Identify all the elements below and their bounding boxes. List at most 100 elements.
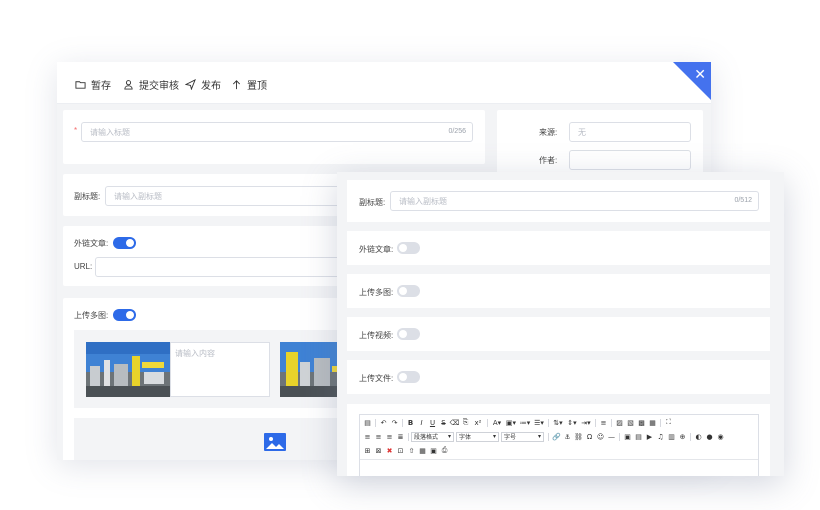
merge-cells-icon[interactable]: ✖	[384, 445, 395, 456]
title-placeholder: 请输入标题	[90, 127, 130, 137]
close-icon[interactable]: ✕	[694, 67, 706, 81]
delete-table-icon[interactable]: ⊠	[373, 445, 384, 456]
pin-top-button[interactable]: 置顶	[231, 76, 267, 92]
multi-image-toggle[interactable]	[397, 285, 420, 297]
print-icon[interactable]: ⎙	[439, 445, 450, 456]
emoji-icon[interactable]: ☺	[595, 431, 606, 442]
align-left-icon[interactable]: ≡	[362, 431, 373, 442]
insert-column-icon[interactable]: ▦	[417, 445, 428, 456]
font-size-value: 字号	[504, 435, 517, 441]
separator	[548, 418, 549, 427]
strikethrough-icon[interactable]: S	[438, 417, 449, 428]
align-right-icon[interactable]: ≡	[384, 431, 395, 442]
bold-icon[interactable]: B	[405, 417, 416, 428]
external-link-toggle[interactable]	[397, 242, 420, 254]
subtitle-placeholder: 请输入副标题	[114, 191, 162, 201]
submit-review-label: 提交审核	[139, 80, 179, 92]
preview-icon[interactable]: ▣	[428, 445, 439, 456]
upload-file-toggle[interactable]	[397, 371, 420, 383]
pin-top-label: 置顶	[247, 80, 267, 92]
paragraph-format-value: 段落格式	[414, 435, 439, 441]
chevron-down-icon: ▾	[537, 434, 541, 440]
italic-icon[interactable]: I	[416, 417, 427, 428]
map-icon[interactable]: ⊕	[677, 431, 688, 442]
ordered-list-icon[interactable]: ≔▾	[518, 417, 532, 428]
source-placeholder: 无	[578, 127, 586, 137]
toggle-knob	[399, 373, 407, 381]
image-caption-input[interactable]: 请输入内容	[170, 342, 270, 397]
align-center-icon[interactable]: ≡	[373, 431, 384, 442]
image-none-icon[interactable]: ▦	[647, 417, 658, 428]
subtitle-label: 副标题:	[74, 192, 101, 201]
draft-button[interactable]: 暂存	[75, 76, 111, 92]
subtitle-label: 副标题:	[359, 198, 386, 207]
split-cells-icon[interactable]: ⊡	[395, 445, 406, 456]
separator	[402, 418, 403, 427]
indent-icon[interactable]: ⇥▾	[579, 417, 593, 428]
search-replace-icon[interactable]: ◉	[715, 431, 726, 442]
article-editor-window-front: 副标题: 请输入副标题 0/512 外链文章: 上传多图: 上传视频: 上传文件…	[337, 172, 784, 476]
subtitle-input[interactable]: 请输入副标题 0/512	[390, 191, 759, 211]
redo-icon[interactable]: ↷	[389, 417, 400, 428]
image-left-icon[interactable]: ▨	[614, 417, 625, 428]
eraser-icon[interactable]: ⌫	[449, 417, 460, 428]
subtitle-placeholder: 请输入副标题	[399, 196, 447, 206]
align-icon[interactable]: ≡	[598, 417, 609, 428]
image-center-icon[interactable]: ▧	[625, 417, 636, 428]
multi-image-icon[interactable]: ▤	[633, 431, 644, 442]
font-color-icon[interactable]: A▾	[490, 417, 504, 428]
insert-image-icon[interactable]: ▣	[622, 431, 633, 442]
upload-video-row: 上传视频:	[347, 317, 770, 351]
unlink-icon[interactable]: ⛓	[573, 431, 584, 442]
separator	[487, 418, 488, 427]
horizontal-rule-icon[interactable]: —	[606, 431, 617, 442]
unordered-list-icon[interactable]: ☰▾	[532, 417, 546, 428]
publish-button[interactable]: 发布	[185, 76, 221, 92]
editor-content-area[interactable]	[360, 460, 758, 476]
title-input[interactable]: 请输入标题 0/256	[81, 122, 473, 142]
image-icon	[264, 433, 286, 451]
link-icon[interactable]: 🔗	[551, 431, 562, 442]
separator	[690, 432, 691, 441]
background-icon[interactable]: ●	[704, 431, 715, 442]
fullscreen-icon[interactable]: ⛶	[663, 417, 674, 428]
paragraph-format-select[interactable]: 段落格式 ▾	[411, 431, 454, 442]
paragraph-spacing-icon[interactable]: ⇕▾	[565, 417, 579, 428]
image-right-icon[interactable]: ▩	[636, 417, 647, 428]
format-painter-icon[interactable]: ⎘	[460, 417, 471, 428]
template-icon[interactable]: ◐	[693, 431, 704, 442]
attachment-icon[interactable]: ▥	[666, 431, 677, 442]
underline-icon[interactable]: U	[427, 417, 438, 428]
multi-image-toggle[interactable]	[113, 309, 136, 321]
author-input[interactable]	[569, 150, 691, 170]
external-link-toggle[interactable]	[113, 237, 136, 249]
table-icon[interactable]: ⊞	[362, 445, 373, 456]
author-label: 作者:	[539, 156, 558, 165]
superscript-icon[interactable]: x²	[471, 417, 485, 428]
title-counter: 0/256	[448, 128, 466, 135]
special-char-icon[interactable]: Ω	[584, 431, 595, 442]
separator	[660, 418, 661, 427]
source-input[interactable]: 无	[569, 122, 691, 142]
video-icon[interactable]: ▶	[644, 431, 655, 442]
submit-review-button[interactable]: 提交审核	[123, 76, 179, 92]
align-justify-icon[interactable]: ≣	[395, 431, 406, 442]
line-height-icon[interactable]: ⇅▾	[551, 417, 565, 428]
separator	[611, 418, 612, 427]
music-icon[interactable]: ♫	[655, 431, 666, 442]
background-color-icon[interactable]: ▣▾	[504, 417, 518, 428]
font-family-select[interactable]: 字体 ▾	[456, 431, 499, 442]
folder-icon	[75, 80, 86, 89]
anchor-icon[interactable]: ⚓	[562, 431, 573, 442]
undo-icon[interactable]: ↶	[378, 417, 389, 428]
editor-toolbar-row-1: ▤ ↶ ↷ B I U S ⌫ ⎘ x² A▾ ▣▾ ≔▾ ☰▾ ⇅▾ ⇕▾ ⇥…	[360, 416, 758, 429]
industrial-photo-1[interactable]	[86, 342, 170, 397]
toggle-knob	[399, 330, 407, 338]
upload-video-toggle[interactable]	[397, 328, 420, 340]
separator	[619, 432, 620, 441]
toggle-knob	[399, 244, 407, 252]
font-size-select[interactable]: 字号 ▾	[501, 431, 544, 442]
insert-row-icon[interactable]: ⇧	[406, 445, 417, 456]
source-label: 来源:	[539, 128, 558, 137]
source-code-icon[interactable]: ▤	[362, 417, 373, 428]
